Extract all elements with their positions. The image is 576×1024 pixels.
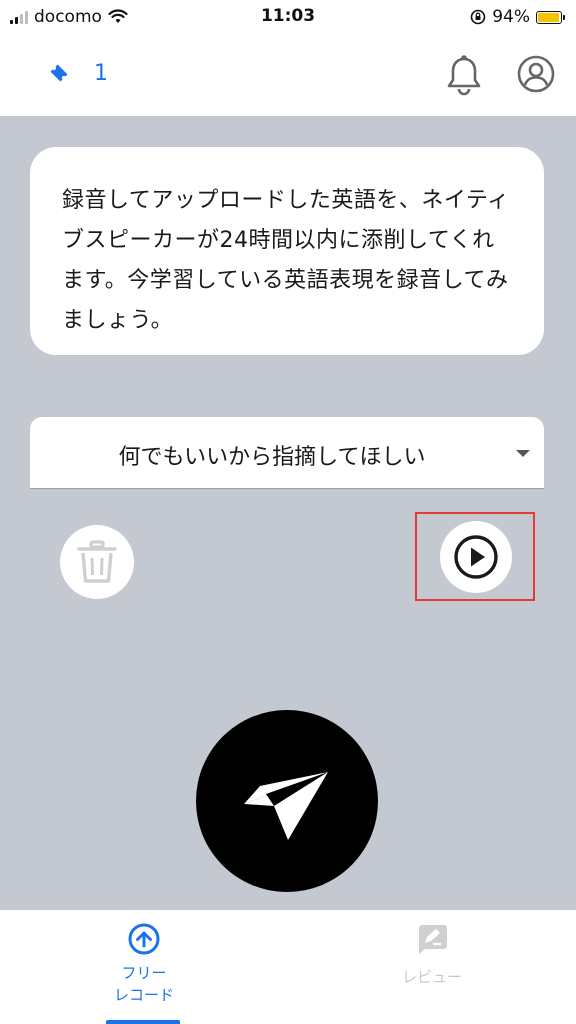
status-right: 94% [470,6,565,28]
tab-free-record-label: フリー レコード [114,962,174,1006]
play-icon [454,535,498,579]
battery-percent: 94% [492,7,530,27]
send-button[interactable] [196,710,378,892]
instruction-text: 録音してアップロードした英語を、ネイティブスピーカーが24時間以内に添削してくれ… [62,188,510,333]
ticket-counter[interactable]: 1 [46,60,108,86]
orientation-lock-icon [470,9,486,25]
send-icon [244,772,328,840]
ticket-count: 1 [94,60,108,86]
profile-icon [517,55,555,93]
dropdown-arrow-icon [516,450,530,457]
play-recording-button[interactable] [440,521,512,593]
bell-icon [447,55,481,96]
battery-icon [536,10,565,24]
dropdown-selected-value: 何でもいいから指摘してほしい [118,445,426,470]
trash-icon [77,540,117,583]
profile-button[interactable] [516,54,556,98]
instruction-card: 録音してアップロードした英語を、ネイティブスピーカーが24時間以内に添削してくれ… [30,147,544,355]
upload-circle-icon [128,923,160,955]
tab-review[interactable]: レビュー [288,910,576,1024]
active-tab-indicator [106,1020,180,1024]
delete-recording-button[interactable] [60,525,134,599]
tab-review-label: レビュー [401,968,462,986]
ticket-icon [50,64,68,82]
feedback-type-dropdown[interactable]: 何でもいいから指摘してほしい [30,417,544,489]
status-bar: docomo 11:03 94% [0,0,576,36]
tab-free-record-label-line2: レコード [113,986,174,1004]
edit-icon [419,925,447,954]
tab-free-record[interactable]: フリー レコード [0,910,288,1024]
notifications-button[interactable] [444,54,484,100]
bottom-tab-bar: フリー レコード レビュー [0,910,576,1024]
tab-free-record-label-line1: フリー [121,964,167,982]
app-header: 1 [0,36,576,116]
dropdown-underline [30,488,544,489]
main-area: 録音してアップロードした英語を、ネイティブスピーカーが24時間以内に添削してくれ… [0,116,576,910]
